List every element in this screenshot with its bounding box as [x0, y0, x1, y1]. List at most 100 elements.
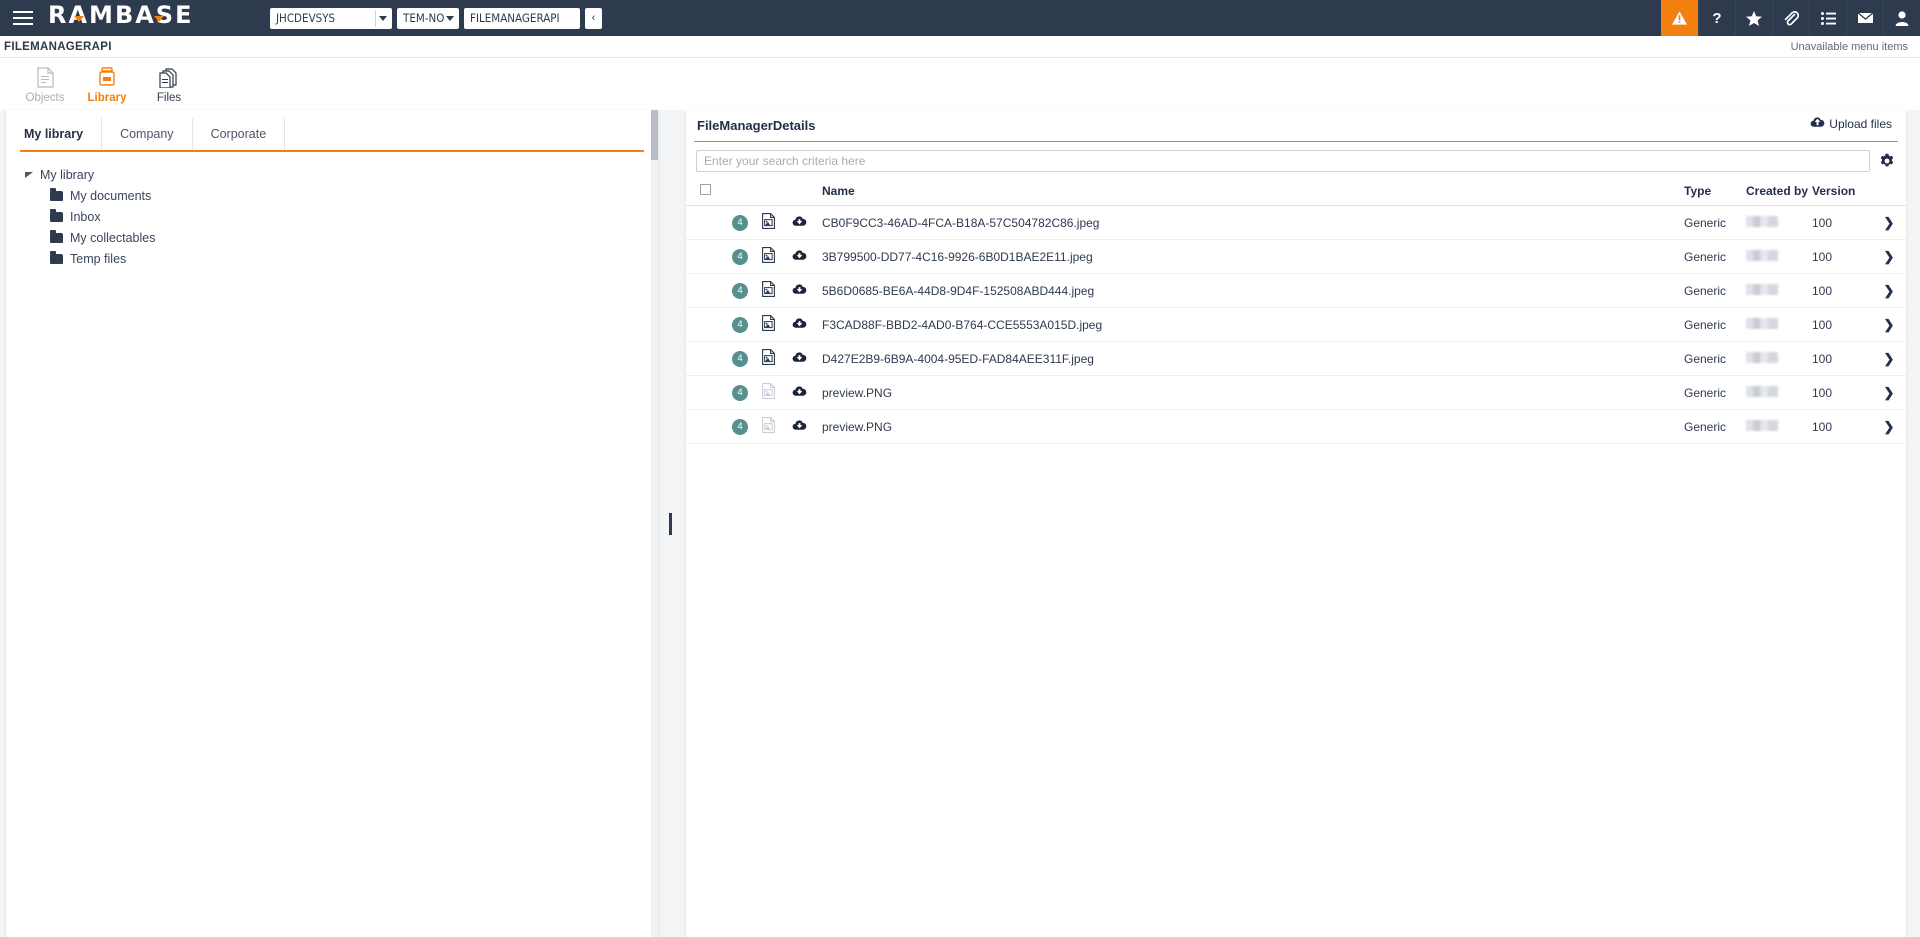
redacted-user-value — [1746, 351, 1778, 363]
row-open-arrow[interactable]: ❯ — [1872, 239, 1906, 274]
table-row[interactable]: 4 D427E2B9-6B9A-4004-95ED-FAD84AEE311F.j… — [686, 341, 1906, 376]
table-row[interactable]: 4 CB0F9CC3-46AD-4FCA-B18A-57C504782C86.j… — [686, 205, 1906, 240]
cloud-download-icon[interactable] — [792, 216, 807, 230]
image-file-icon[interactable] — [762, 383, 775, 402]
row-file-name[interactable]: 3B799500-DD77-4C16-9926-6B0D1BAE2E11.jpe… — [822, 239, 1684, 274]
mail-icon[interactable] — [1846, 0, 1883, 36]
library-tab-company[interactable]: Company — [102, 118, 193, 150]
chevron-right-icon[interactable]: ❯ — [1884, 249, 1895, 264]
collapse-button[interactable]: ‹ — [585, 7, 602, 29]
column-header-created-by[interactable]: Created by — [1746, 178, 1812, 206]
row-file-name[interactable]: D427E2B9-6B9A-4004-95ED-FAD84AEE311F.jpe… — [822, 341, 1684, 376]
table-row[interactable]: 4 preview.PNG Generic 100 ❯ — [686, 409, 1906, 444]
search-input[interactable] — [696, 150, 1870, 172]
image-file-icon[interactable] — [762, 213, 775, 232]
chevron-left-icon: ‹ — [591, 12, 596, 24]
chevron-right-icon[interactable]: ❯ — [1884, 385, 1895, 400]
right-panel-wrapper: FileManagerDetails Upload files Enter yo… — [672, 110, 1920, 937]
row-open-arrow[interactable]: ❯ — [1872, 341, 1906, 376]
table-row[interactable]: 4 F3CAD88F-BBD2-4AD0-B764-CCE5553A015D.j… — [686, 307, 1906, 342]
tab-library[interactable]: Library — [76, 60, 138, 110]
chevron-down-icon — [379, 15, 387, 21]
table-row[interactable]: 4 3B799500-DD77-4C16-9926-6B0D1BAE2E11.j… — [686, 239, 1906, 274]
hamburger-icon[interactable] — [0, 0, 46, 36]
cloud-download-icon[interactable] — [792, 284, 807, 298]
tab-objects[interactable]: Objects — [14, 60, 76, 110]
tree-node-my-documents[interactable]: My documents — [22, 185, 658, 206]
row-open-arrow[interactable]: ❯ — [1872, 307, 1906, 342]
chevron-down-icon — [446, 15, 454, 21]
tree-node-root[interactable]: My library — [22, 164, 658, 185]
library-tab-my-library[interactable]: My library — [20, 118, 103, 150]
library-icon — [98, 64, 116, 90]
tree-node-my-collectables[interactable]: My collectables — [22, 227, 658, 248]
language-select[interactable]: TEM-NO — [397, 7, 459, 29]
cloud-header — [792, 178, 822, 206]
column-header-name[interactable]: Name — [822, 178, 1684, 206]
table-row[interactable]: 4 preview.PNG Generic 100 ❯ — [686, 375, 1906, 410]
row-file-name[interactable]: 5B6D0685-BE6A-44D8-9D4F-152508ABD444.jpe… — [822, 273, 1684, 308]
upload-files-label: Upload files — [1829, 116, 1892, 131]
select-all-header — [686, 178, 732, 206]
version-count-badge: 4 — [732, 248, 748, 265]
upload-files-button[interactable]: Upload files — [1806, 114, 1896, 133]
row-file-name[interactable]: F3CAD88F-BBD2-4AD0-B764-CCE5553A015D.jpe… — [822, 307, 1684, 342]
row-version: 100 — [1812, 409, 1872, 444]
user-icon[interactable] — [1883, 0, 1920, 36]
image-file-icon[interactable] — [762, 247, 775, 266]
row-open-arrow[interactable]: ❯ — [1872, 273, 1906, 308]
module-input-value: FILEMANAGERAPI — [470, 11, 560, 25]
row-file-name[interactable]: CB0F9CC3-46AD-4FCA-B18A-57C504782C86.jpe… — [822, 205, 1684, 240]
table-row[interactable]: 4 5B6D0685-BE6A-44D8-9D4F-152508ABD444.j… — [686, 273, 1906, 308]
chevron-right-icon[interactable]: ❯ — [1884, 215, 1895, 230]
column-header-version[interactable]: Version — [1812, 178, 1872, 206]
chevron-right-icon[interactable]: ❯ — [1884, 419, 1895, 434]
search-row — [686, 142, 1906, 178]
favorites-star-icon[interactable] — [1735, 0, 1772, 36]
row-file-name[interactable]: preview.PNG — [822, 375, 1684, 410]
scrollbar-thumb[interactable] — [651, 110, 658, 160]
cloud-download-icon[interactable] — [792, 352, 807, 366]
row-cloud-cell — [792, 307, 822, 342]
folder-icon — [50, 187, 63, 201]
cloud-download-icon[interactable] — [792, 420, 807, 434]
module-input[interactable]: FILEMANAGERAPI — [464, 7, 580, 29]
attachment-icon[interactable] — [1772, 0, 1809, 36]
row-open-arrow[interactable]: ❯ — [1872, 205, 1906, 240]
tab-files[interactable]: Files — [138, 60, 200, 110]
select-all-checkbox[interactable] — [700, 184, 711, 195]
image-file-icon[interactable] — [762, 349, 775, 368]
cloud-download-icon[interactable] — [792, 250, 807, 264]
tree-node-inbox[interactable]: Inbox — [22, 206, 658, 227]
help-icon[interactable]: ? — [1698, 0, 1735, 36]
cloud-download-icon[interactable] — [792, 318, 807, 332]
image-file-icon[interactable] — [762, 281, 775, 300]
chevron-right-icon[interactable]: ❯ — [1884, 351, 1895, 366]
row-cloud-cell — [792, 273, 822, 308]
triangle-down-icon[interactable] — [22, 171, 36, 178]
list-icon[interactable] — [1809, 0, 1846, 36]
star-glyph — [1746, 10, 1762, 26]
row-file-name[interactable]: preview.PNG — [822, 409, 1684, 444]
library-panel: My library Company Corporate My library — [6, 110, 658, 937]
row-select-cell — [686, 307, 732, 342]
tree-node-temp-files[interactable]: Temp files — [22, 248, 658, 269]
badge-header — [732, 178, 762, 206]
image-file-icon[interactable] — [762, 417, 775, 436]
chevron-right-icon[interactable]: ❯ — [1884, 317, 1895, 332]
alert-icon[interactable] — [1661, 0, 1698, 36]
row-open-arrow[interactable]: ❯ — [1872, 409, 1906, 444]
row-select-cell — [686, 409, 732, 444]
image-file-icon[interactable] — [762, 315, 775, 334]
tree-node-inbox-label: Inbox — [70, 209, 101, 224]
left-panel-scrollbar[interactable] — [651, 110, 658, 937]
system-select[interactable]: JHCDEVSYS — [270, 7, 392, 29]
cloud-download-icon[interactable] — [792, 386, 807, 400]
library-tab-corporate[interactable]: Corporate — [193, 118, 286, 150]
gear-icon[interactable] — [1878, 152, 1896, 170]
row-open-arrow[interactable]: ❯ — [1872, 375, 1906, 410]
tree-node-root-label: My library — [40, 167, 95, 182]
row-badge-cell: 4 — [732, 307, 762, 342]
chevron-right-icon[interactable]: ❯ — [1884, 283, 1895, 298]
column-header-type[interactable]: Type — [1684, 178, 1746, 206]
